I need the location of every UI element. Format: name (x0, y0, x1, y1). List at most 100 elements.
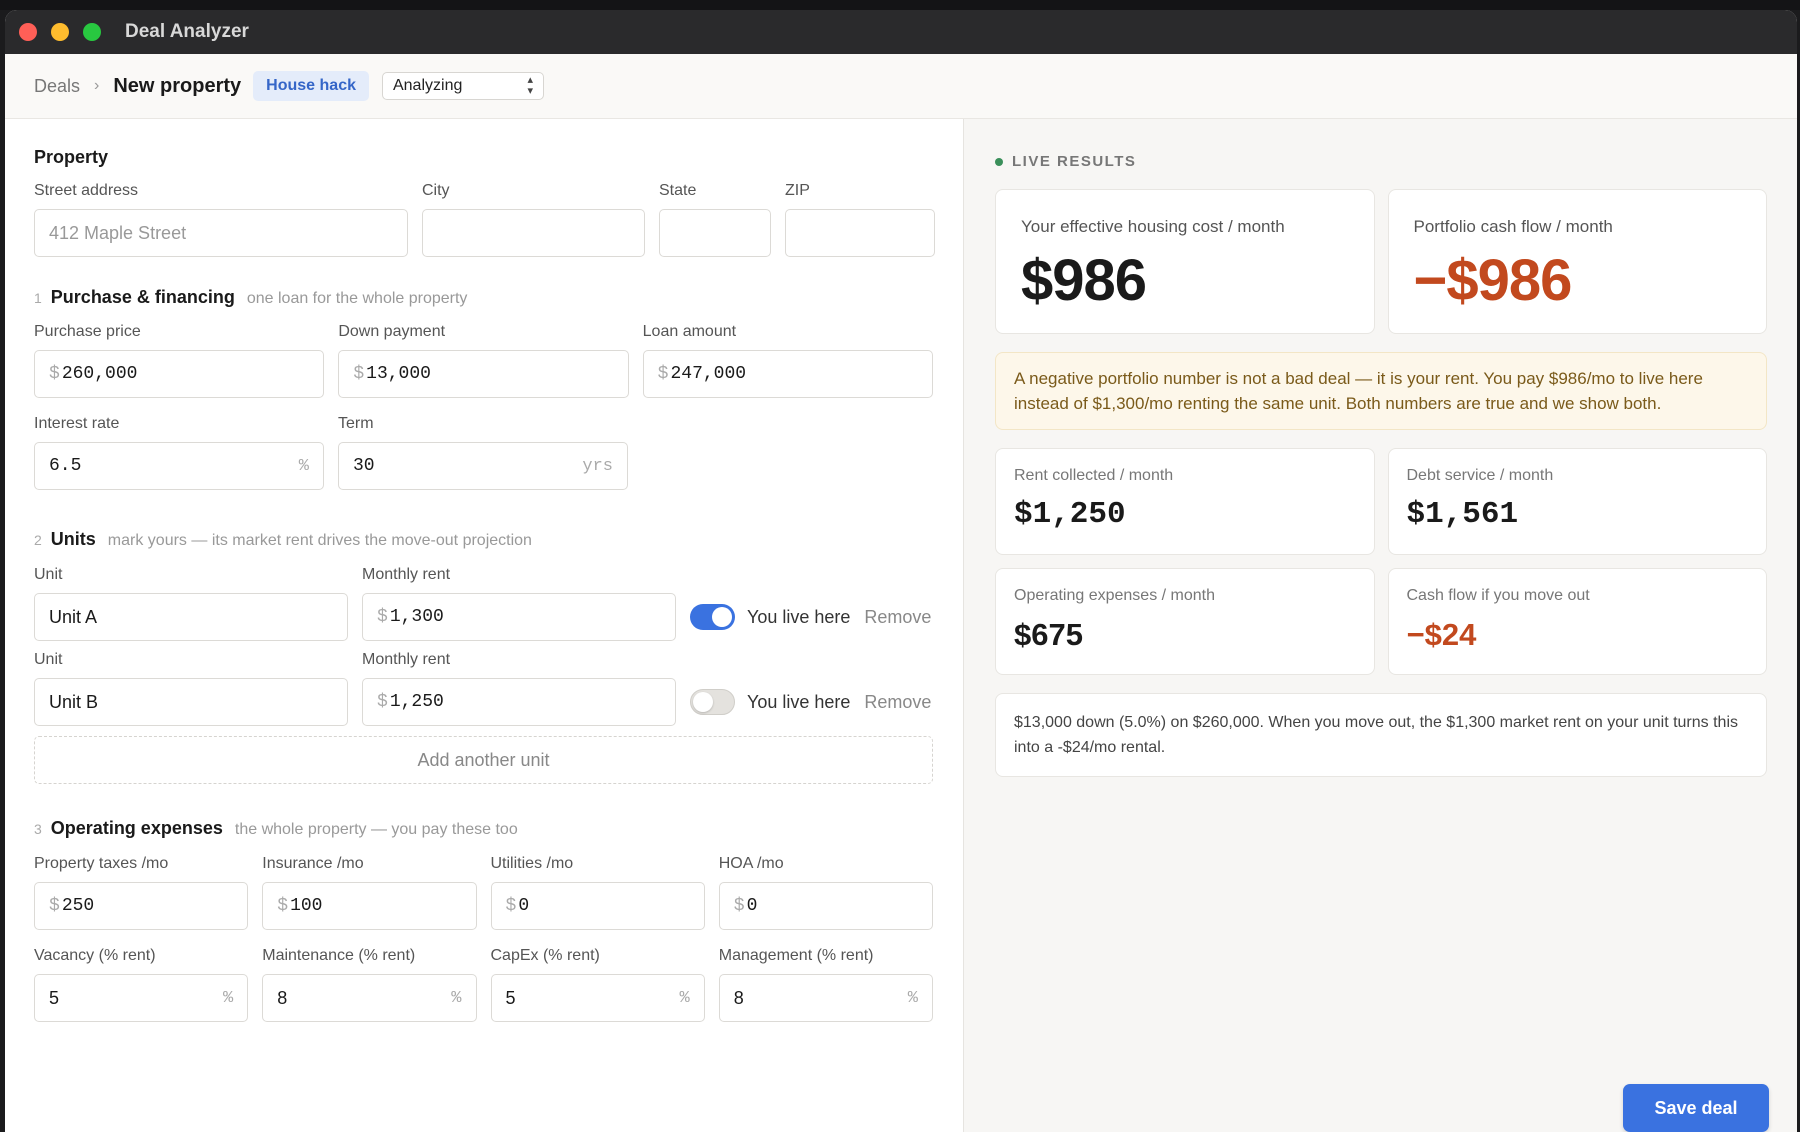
operating-expenses-label: Operating expenses / month (1014, 587, 1216, 604)
insurance-input[interactable]: $100 (262, 882, 477, 930)
remove-unit-button[interactable]: Remove (864, 692, 931, 713)
dollar-icon: $ (377, 692, 388, 712)
management-input[interactable]: 8% (718, 974, 933, 1022)
city-label: City (422, 182, 450, 199)
dollar-icon: $ (353, 364, 365, 384)
loan-amount-label: Loan amount (642, 323, 737, 340)
capex-label: CapEx (% rent) (490, 947, 600, 964)
street-label: Street address (34, 182, 139, 199)
state-input[interactable] (659, 209, 771, 257)
zoom-window-button[interactable] (83, 23, 101, 41)
toolbar: Deals › New property House hack Analyzin… (5, 54, 1797, 119)
unit-name-input[interactable]: Unit A (34, 593, 348, 641)
unit-row: Unit Unit B Monthly rent $1,250 You live… (34, 651, 933, 726)
zip-input[interactable] (785, 209, 935, 257)
move-out-cashflow-card: Cash flow if you move out −$24 (1387, 568, 1767, 675)
purchase-price-input[interactable]: $260,000 (34, 350, 325, 398)
dollar-icon: $ (49, 364, 60, 384)
live-here-toggle[interactable] (690, 689, 735, 715)
deal-summary: $13,000 down (5.0%) on $260,000. When yo… (995, 693, 1767, 777)
unit-label: Unit (34, 651, 63, 668)
explanation-note: A negative portfolio number is not a bad… (995, 352, 1767, 430)
housing-cost-label: Your effective housing cost / month (1021, 217, 1285, 236)
purchase-section-subtitle: one loan for the whole property (246, 290, 468, 307)
debt-service-value: $1,561 (1406, 497, 1519, 532)
purchase-section-title: Purchase & financing (50, 287, 235, 307)
toggle-knob (693, 692, 713, 712)
term-label: Term (338, 415, 374, 432)
portfolio-cashflow-label: Portfolio cash flow / month (1413, 217, 1613, 236)
close-window-button[interactable] (19, 23, 37, 41)
remove-unit-button[interactable]: Remove (864, 607, 931, 628)
units-section-header: 2 Units mark yours — its market rent dri… (34, 529, 532, 549)
loan-amount-input[interactable]: $247,000 (642, 350, 933, 398)
breadcrumb-deals[interactable]: Deals (34, 76, 80, 97)
deal-form: Property Street address 412 Maple Street… (5, 119, 964, 1132)
hoa-input[interactable]: $0 (718, 882, 933, 930)
app-title: Deal Analyzer (125, 21, 249, 42)
select-chevrons-icon: ▴ ▾ (527, 74, 533, 97)
maintenance-label: Maintenance (% rent) (262, 947, 416, 964)
housing-cost-card: Your effective housing cost / month $986 (995, 189, 1375, 334)
rent-collected-value: $1,250 (1014, 497, 1126, 532)
titlebar: Deal Analyzer (5, 10, 1797, 54)
live-status-dot-icon (995, 157, 1003, 166)
units-section-subtitle: mark yours — its market rent drives the … (107, 532, 532, 549)
capex-input[interactable]: 5% (490, 974, 705, 1022)
maintenance-input[interactable]: 8% (262, 974, 477, 1022)
results-panel: LIVE RESULTS Your effective housing cost… (964, 119, 1797, 1132)
operating-expenses-value: $675 (1014, 617, 1083, 652)
debt-service-label: Debt service / month (1406, 467, 1554, 484)
desktop-background (0, 0, 1800, 10)
dollar-icon: $ (49, 896, 60, 916)
purchase-section-header: 1 Purchase & financing one loan for the … (34, 287, 468, 307)
dollar-icon: $ (505, 896, 517, 916)
save-deal-button[interactable]: Save deal (1623, 1084, 1769, 1132)
unit-label: Unit (34, 566, 63, 583)
monthly-rent-label: Monthly rent (362, 566, 451, 583)
city-input[interactable] (422, 209, 645, 257)
strategy-badge: House hack (253, 71, 369, 101)
management-label: Management (% rent) (718, 947, 874, 964)
vacancy-label: Vacancy (% rent) (34, 947, 156, 964)
rent-collected-card: Rent collected / month $1,250 (995, 448, 1375, 555)
unit-name-input[interactable]: Unit B (34, 678, 348, 726)
monthly-rent-input[interactable]: $1,300 (362, 593, 676, 641)
street-address-input[interactable]: 412 Maple Street (34, 209, 408, 257)
live-here-label: You live here (747, 606, 851, 627)
live-here-label: You live here (747, 691, 851, 712)
property-section-title: Property (34, 147, 109, 167)
dollar-icon: $ (733, 896, 745, 916)
utilities-label: Utilities /mo (490, 855, 574, 872)
toggle-knob (712, 607, 732, 627)
live-here-toggle[interactable] (690, 604, 735, 630)
state-label: State (659, 182, 697, 199)
interest-rate-input[interactable]: 6.5% (34, 442, 324, 490)
monthly-rent-input[interactable]: $1,250 (362, 678, 676, 726)
purchase-price-label: Purchase price (34, 323, 141, 340)
term-input[interactable]: 30 yrs (338, 442, 628, 490)
dollar-icon: $ (277, 896, 289, 916)
down-payment-input[interactable]: $13,000 (338, 350, 629, 398)
vacancy-input[interactable]: 5% (34, 974, 249, 1022)
opex-section-title: Operating expenses (50, 818, 223, 838)
property-section-header: Property (34, 147, 933, 168)
insurance-label: Insurance /mo (262, 855, 364, 872)
utilities-input[interactable]: $0 (490, 882, 705, 930)
dollar-icon: $ (377, 607, 388, 627)
add-unit-button[interactable]: Add another unit (34, 736, 933, 784)
monthly-rent-label: Monthly rent (362, 651, 451, 668)
status-select[interactable]: Analyzing ▴ ▾ (381, 72, 544, 100)
app-window: Deal Analyzer Deals › New property House… (5, 10, 1797, 1132)
portfolio-cashflow-value: −$986 (1413, 248, 1573, 313)
units-section-title: Units (50, 529, 96, 549)
chevron-right-icon: › (94, 77, 100, 94)
opex-section-subtitle: the whole property — you pay these too (234, 821, 518, 838)
move-out-cashflow-label: Cash flow if you move out (1406, 587, 1590, 604)
minimize-window-button[interactable] (51, 23, 69, 41)
operating-expenses-card: Operating expenses / month $675 (995, 568, 1375, 675)
portfolio-cashflow-card: Portfolio cash flow / month −$986 (1387, 189, 1767, 334)
property-taxes-input[interactable]: $250 (34, 882, 249, 930)
down-payment-label: Down payment (338, 323, 446, 340)
live-results-title: LIVE RESULTS (1012, 153, 1137, 170)
